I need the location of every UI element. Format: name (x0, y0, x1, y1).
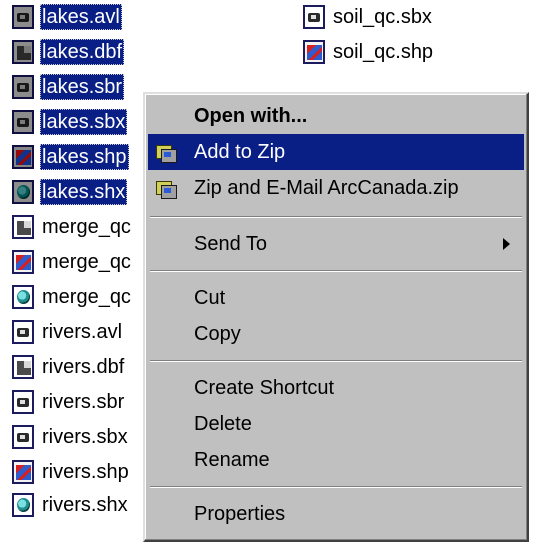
file-item[interactable]: rivers.avl (12, 316, 124, 348)
menu-separator (150, 486, 522, 488)
menu-item-open-with[interactable]: Open with... (148, 98, 524, 134)
file-name: merge_qc (42, 251, 131, 273)
file-name: rivers.shx (42, 494, 128, 516)
file-item[interactable]: rivers.dbf (12, 351, 126, 383)
sbx-file-icon (12, 425, 34, 449)
shp-file-icon (12, 145, 34, 169)
shp-file-icon (12, 460, 34, 484)
file-name: lakes.shx (40, 179, 128, 205)
avl-file-icon (12, 5, 34, 29)
file-item[interactable]: lakes.sbr (12, 71, 125, 103)
file-name: rivers.dbf (42, 356, 125, 378)
menu-item-label: Create Shortcut (194, 377, 335, 399)
file-item[interactable]: lakes.dbf (12, 36, 125, 68)
dbf-file-icon (12, 40, 34, 64)
shx-file-icon (12, 285, 34, 309)
file-name: lakes.avl (40, 4, 122, 30)
menu-item-label: Properties (194, 503, 286, 525)
file-name: soil_qc.sbx (333, 6, 432, 28)
dbf-file-icon (12, 355, 34, 379)
menu-item-add-to-zip[interactable]: Add to Zip (148, 134, 524, 170)
menu-item-label: Rename (194, 449, 270, 471)
file-item[interactable]: soil_qc.sbx (303, 1, 434, 33)
file-item[interactable]: lakes.sbx (12, 106, 128, 138)
menu-item-copy[interactable]: Copy (148, 316, 524, 352)
file-item[interactable]: lakes.shx (12, 176, 128, 208)
file-item[interactable]: rivers.shx (12, 491, 130, 519)
winzip-icon (154, 142, 177, 163)
menu-item-label: Add to Zip (194, 141, 286, 163)
menu-item-label: Zip and E-Mail ArcCanada.zip (194, 177, 459, 199)
sbn-file-icon (12, 390, 34, 414)
menu-item-label: Copy (194, 323, 241, 345)
file-name: lakes.sbr (40, 74, 125, 100)
menu-item-create-shortcut[interactable]: Create Shortcut (148, 370, 524, 406)
sbx-file-icon (12, 110, 34, 134)
file-name: rivers.shp (42, 461, 129, 483)
menu-item-delete[interactable]: Delete (148, 406, 524, 442)
file-name: rivers.avl (42, 321, 123, 343)
file-item[interactable]: lakes.avl (12, 1, 122, 33)
file-item[interactable]: rivers.shp (12, 456, 131, 488)
file-item[interactable]: merge_qc (12, 281, 133, 313)
shx-file-icon (12, 493, 34, 517)
menu-separator (150, 216, 522, 218)
file-name: rivers.sbx (42, 426, 128, 448)
menu-item-label: Cut (194, 287, 226, 309)
menu-item-label: Open with... (194, 105, 308, 127)
file-item[interactable]: lakes.shp (12, 141, 129, 173)
file-item[interactable]: rivers.sbx (12, 421, 130, 453)
menu-item-zip-and-email[interactable]: Zip and E-Mail ArcCanada.zip (148, 170, 524, 206)
menu-item-send-to[interactable]: Send To (148, 226, 524, 262)
file-name: rivers.sbr (42, 391, 125, 413)
menu-item-rename[interactable]: Rename (148, 442, 524, 478)
menu-item-label: Delete (194, 413, 252, 435)
shx-file-icon (12, 180, 34, 204)
sbn-file-icon (12, 75, 34, 99)
file-name: lakes.shp (40, 144, 129, 170)
shp-file-icon (303, 40, 325, 64)
file-name: merge_qc (42, 286, 131, 308)
sbx-file-icon (303, 5, 325, 29)
file-name: lakes.sbx (40, 109, 128, 135)
winzip-icon (154, 178, 177, 199)
submenu-arrow-icon (503, 238, 510, 250)
file-name: merge_qc (42, 216, 131, 238)
file-name: soil_qc.shp (333, 41, 434, 63)
file-item[interactable]: merge_qc (12, 211, 133, 243)
file-name: lakes.dbf (40, 39, 125, 65)
dbf-file-icon (12, 215, 34, 239)
shp-file-icon (12, 250, 34, 274)
file-item[interactable]: soil_qc.shp (303, 36, 435, 68)
file-item[interactable]: rivers.sbr (12, 386, 126, 418)
context-menu: Open with... Add to Zip Zip and E-Mail A… (143, 92, 529, 542)
menu-item-label: Send To (194, 233, 268, 255)
file-item[interactable]: merge_qc (12, 246, 133, 278)
avl-file-icon (12, 320, 34, 344)
menu-separator (150, 360, 522, 362)
menu-item-cut[interactable]: Cut (148, 280, 524, 316)
menu-separator (150, 270, 522, 272)
menu-item-properties[interactable]: Properties (148, 496, 524, 532)
